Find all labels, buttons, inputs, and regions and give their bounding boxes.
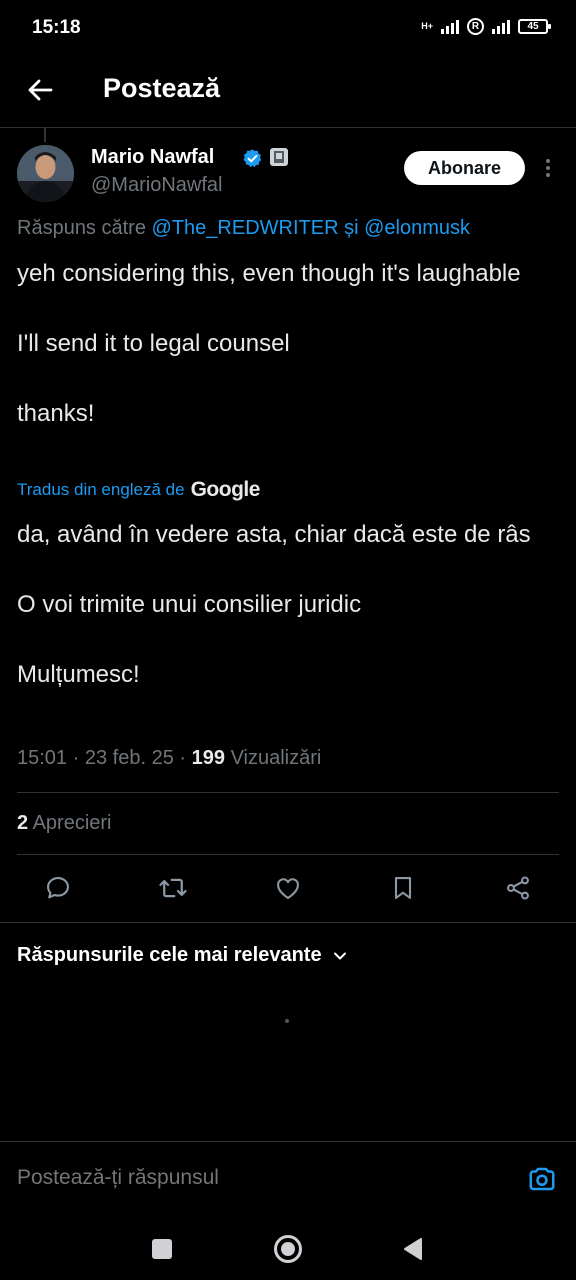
- back-button[interactable]: [22, 72, 58, 108]
- avatar[interactable]: [17, 145, 74, 202]
- reply-icon: [47, 877, 69, 899]
- likes-summary[interactable]: 2 Aprecieri: [17, 812, 112, 835]
- likes-divider: [17, 854, 559, 855]
- translation-paragraph: da, având în vedere asta, chiar dacă est…: [17, 521, 531, 548]
- actions-divider: [0, 922, 576, 923]
- page-title: Postează: [103, 73, 221, 103]
- post-paragraph: I'll send it to legal counsel: [17, 330, 290, 357]
- reply-sort-dropdown[interactable]: Răspunsurile cele mai relevante: [17, 944, 348, 967]
- translation-attribution[interactable]: Tradus din engleză de Google: [17, 478, 260, 502]
- home-circle-icon: [274, 1235, 302, 1263]
- translation-paragraph: O voi trimite unui consilier juridic: [17, 591, 362, 618]
- reply-composer: [0, 1142, 576, 1218]
- back-nav-button[interactable]: [396, 1232, 430, 1266]
- post-paragraph: thanks!: [17, 400, 95, 427]
- thread-line: [44, 128, 46, 142]
- views-count: 199: [191, 747, 225, 769]
- reply-button[interactable]: [40, 870, 76, 906]
- author-name[interactable]: Mario Nawfal: [91, 146, 214, 169]
- post-meta: 15:01 · 23 feb. 25 · 199 Vizualizări: [17, 747, 321, 770]
- reply-sort-label: Răspunsurile cele mai relevante: [17, 944, 322, 966]
- share-button[interactable]: [500, 870, 536, 906]
- like-icon: [277, 878, 299, 899]
- status-icons: H+ R 45: [421, 18, 551, 35]
- top-bar: Postează: [0, 58, 576, 126]
- post-text: yeh considering this, even though it's l…: [17, 256, 562, 431]
- signal-icon-2: [492, 19, 510, 34]
- bookmark-icon: [394, 877, 412, 899]
- bookmark-button[interactable]: [385, 870, 421, 906]
- chevron-down-icon: [333, 952, 346, 959]
- translated-label: Tradus din engleză de: [17, 480, 185, 499]
- camera-button[interactable]: [525, 1162, 559, 1196]
- google-logo: Google: [190, 478, 261, 501]
- mention-link[interactable]: @elonmusk: [364, 217, 470, 239]
- battery-icon: 45: [518, 19, 551, 34]
- more-options-icon[interactable]: [540, 156, 556, 180]
- status-bar: 15:18 H+ R 45: [0, 0, 576, 58]
- reply-input[interactable]: [17, 1166, 497, 1190]
- reply-prefix: Răspuns către: [17, 217, 146, 239]
- mention-link[interactable]: @The_REDWRITER: [152, 217, 339, 239]
- repost-icon: [159, 878, 187, 898]
- square-icon: [152, 1239, 172, 1259]
- avatar-image: [17, 145, 74, 202]
- meta-separator: ·: [72, 747, 80, 769]
- system-nav-bar: [0, 1218, 576, 1280]
- like-button[interactable]: [270, 870, 306, 906]
- affiliation-badge-icon: [270, 148, 288, 166]
- follow-button[interactable]: Abonare: [404, 151, 525, 185]
- likes-count: 2: [17, 812, 29, 834]
- translation-paragraph: Mulțumesc!: [17, 661, 140, 688]
- post-paragraph: yeh considering this, even though it's l…: [17, 260, 521, 287]
- translation-text: da, având în vedere asta, chiar dacă est…: [17, 517, 567, 692]
- post-time[interactable]: 15:01: [17, 747, 67, 769]
- status-time: 15:18: [32, 17, 81, 38]
- recents-button[interactable]: [145, 1232, 179, 1266]
- arrow-left-icon: [28, 79, 53, 101]
- header-divider: [0, 127, 576, 128]
- repost-button[interactable]: [155, 870, 191, 906]
- home-button[interactable]: [271, 1232, 305, 1266]
- roaming-icon: R: [467, 18, 484, 35]
- signal-icon: [441, 19, 459, 34]
- camera-icon: [529, 1167, 555, 1191]
- loading-indicator: [285, 1019, 289, 1023]
- verified-badge-icon: [242, 148, 263, 174]
- triangle-back-icon: [404, 1238, 422, 1260]
- share-icon: [507, 876, 529, 900]
- network-type-label: H+: [421, 21, 433, 31]
- likes-label: Aprecieri: [32, 812, 112, 834]
- action-bar: [0, 870, 576, 908]
- meta-divider: [17, 792, 559, 793]
- author-handle[interactable]: @MarioNawfal: [91, 174, 222, 197]
- reply-conjunction: și: [344, 217, 359, 239]
- meta-separator: ·: [179, 747, 187, 769]
- post-date[interactable]: 23 feb. 25: [85, 747, 174, 769]
- reply-context: Răspuns către @The_REDWRITER și @elonmus…: [17, 217, 470, 240]
- views-label: Vizualizări: [230, 747, 322, 769]
